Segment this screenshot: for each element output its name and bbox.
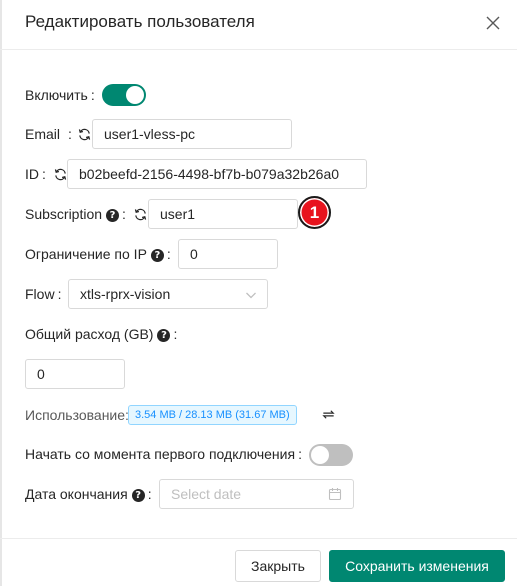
total-gb-field[interactable]: 0 — [25, 359, 125, 389]
reset-traffic-icon[interactable] — [321, 407, 336, 422]
chevron-down-icon — [245, 288, 257, 300]
expiry-date-picker[interactable]: Select date — [159, 479, 354, 509]
sync-icon[interactable] — [77, 127, 92, 142]
enable-toggle[interactable] — [102, 84, 146, 106]
ip-limit-label: Ограничение по IP?: — [25, 246, 171, 262]
help-icon[interactable]: ? — [131, 489, 145, 502]
email-label: Email: — [25, 126, 72, 142]
flow-label: Flow: — [25, 286, 62, 302]
total-gb-label: Общий расход (GB)?: — [25, 326, 178, 342]
ip-limit-field[interactable]: 0 — [178, 239, 278, 269]
step-marker: 1 — [298, 196, 331, 229]
close-icon[interactable] — [483, 13, 503, 33]
save-button[interactable]: Сохранить изменения — [329, 550, 505, 582]
start-after-first-use-label: Начать со момента первого подключения: — [25, 446, 302, 462]
id-field[interactable]: b02beefd-2156-4498-bf7b-b079a32b26a0 — [67, 159, 367, 189]
id-label: ID: — [25, 166, 46, 182]
start-after-first-use-toggle[interactable] — [309, 444, 353, 466]
usage-label: Использование: — [25, 407, 129, 423]
subscription-field[interactable]: user1 — [148, 199, 298, 229]
help-icon[interactable]: ? — [157, 329, 171, 342]
enable-label: Включить: — [25, 87, 95, 103]
email-field[interactable]: user1-vless-pc — [92, 119, 292, 149]
modal-edge — [0, 0, 2, 586]
expiry-placeholder: Select date — [171, 486, 242, 502]
flow-select[interactable]: xtls-rprx-vision — [68, 279, 268, 309]
sync-icon[interactable] — [53, 167, 68, 182]
close-button[interactable]: Закрыть — [235, 550, 321, 582]
subscription-label: Subscription?: — [25, 206, 126, 222]
help-icon[interactable]: ? — [150, 249, 164, 262]
flow-select-value: xtls-rprx-vision — [80, 286, 171, 302]
modal-header: Редактировать пользователя — [0, 0, 517, 50]
usage-badge: 3.54 MB / 28.13 MB (31.67 MB) — [128, 405, 297, 425]
expiry-label: Дата окончания?: — [25, 486, 152, 502]
help-icon[interactable]: ? — [106, 209, 120, 222]
sync-icon[interactable] — [133, 207, 148, 222]
calendar-icon — [328, 487, 342, 501]
modal-title: Редактировать пользователя — [25, 12, 255, 31]
edit-user-modal: Редактировать пользователя Включить: Ema… — [0, 0, 517, 586]
